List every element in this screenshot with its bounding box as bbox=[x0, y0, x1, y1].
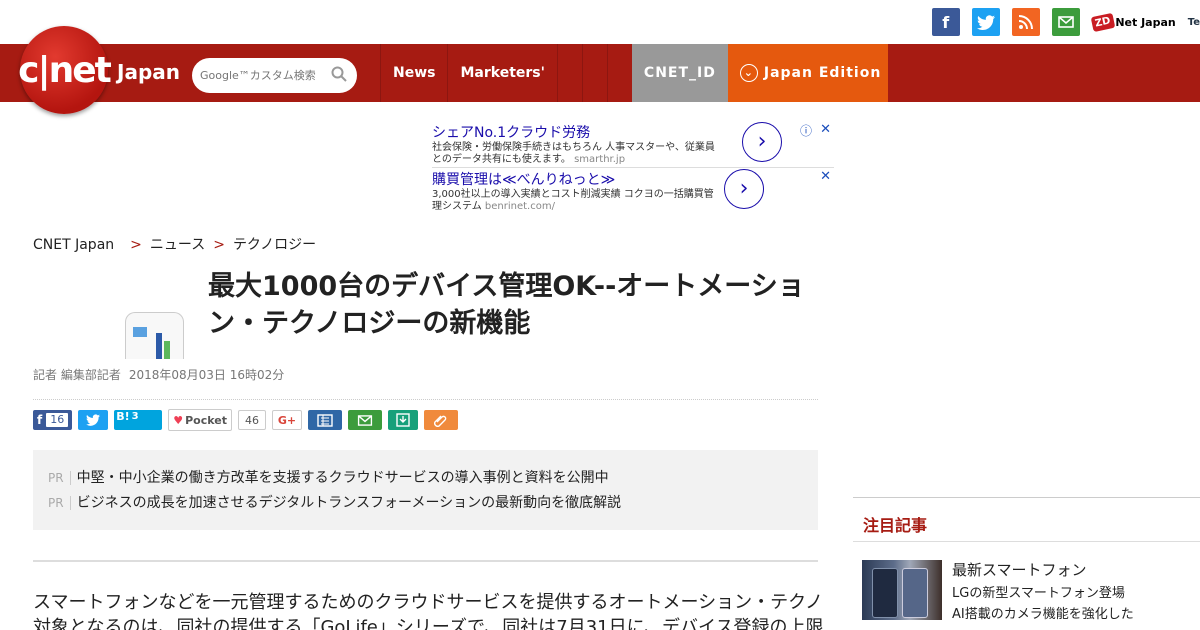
brand-label[interactable]: Japan bbox=[117, 60, 180, 84]
mail-icon bbox=[357, 414, 373, 426]
edition-selector[interactable]: ⌄ Japan Edition bbox=[727, 44, 888, 102]
share-bar: f 16 B! 3 ♥ Pocket 46 G+ bbox=[33, 409, 458, 431]
main-nav: News Marketers' CNET_ID ⌄ Japan Edition bbox=[380, 44, 888, 102]
chevron-right-icon: > bbox=[213, 237, 225, 253]
print-button[interactable] bbox=[308, 410, 342, 430]
search-input[interactable] bbox=[198, 68, 327, 83]
article-title: 最大1000台のデバイス管理OK--オートメーション・テクノロジーの新機能 bbox=[208, 271, 805, 339]
article-meta: 記者 編集部記者 2018年08月03日 16時02分 bbox=[33, 366, 284, 383]
google-plus-button[interactable]: G+ bbox=[272, 410, 302, 430]
info-icon[interactable]: ⓘ bbox=[800, 122, 812, 139]
techrepublic-logo[interactable]: Te bbox=[1188, 17, 1200, 28]
facebook-icon[interactable]: f bbox=[931, 8, 960, 36]
chevron-right-icon: > bbox=[130, 237, 142, 253]
search-box bbox=[192, 58, 357, 93]
ad-arrow-button[interactable]: › bbox=[742, 122, 782, 162]
nav-divider bbox=[606, 44, 632, 102]
zdnet-logo[interactable]: ZD Net Japan bbox=[1090, 12, 1176, 32]
article-date: 2018年08月03日 16時02分 bbox=[128, 368, 285, 382]
divider bbox=[853, 541, 1200, 542]
clip-button[interactable] bbox=[424, 410, 458, 430]
pr-link[interactable]: PR ビジネスの成長を加速させるデジタルトランスフォーメーションの最新動向を徹底解… bbox=[48, 492, 621, 512]
thumb-graphic bbox=[872, 568, 898, 618]
thumb-graphic bbox=[902, 568, 928, 618]
breadcrumb-home[interactable]: CNET Japan bbox=[33, 237, 114, 253]
ad-arrow-button[interactable]: › bbox=[724, 169, 764, 209]
mail-icon[interactable] bbox=[1051, 8, 1080, 36]
ad-description: 3,000社以上の導入実績とコスト削減実績 コクヨの一括購買管理システム ben… bbox=[432, 189, 714, 212]
ad-unit[interactable]: 購買管理は≪べんりねっと≫ 3,000社以上の導入実績とコスト削減実績 コクヨの… bbox=[432, 169, 834, 215]
nav-divider bbox=[556, 44, 582, 102]
facebook-icon: f bbox=[37, 413, 43, 427]
nav-news[interactable]: News bbox=[380, 44, 447, 102]
divider bbox=[33, 560, 818, 562]
pr-box: PR 中堅・中小企業の働き方改革を支援するクラウドサービスの導入事例と資料を公開中… bbox=[33, 450, 818, 530]
article-author[interactable]: 記者 編集部記者 bbox=[33, 368, 121, 382]
sidebar-text[interactable]: AI搭載のカメラ機能を強化した bbox=[952, 603, 1134, 622]
search-icon[interactable] bbox=[331, 66, 347, 86]
pocket-icon: ♥ bbox=[173, 413, 184, 427]
cnet-logo[interactable]: c|net bbox=[18, 26, 112, 114]
sidebar-headline[interactable]: 最新スマートフォン bbox=[952, 559, 1087, 580]
body-line: スマートフォンなどを一元管理するためのクラウドサービスを提供するオートメーション… bbox=[33, 592, 823, 613]
twitter-share-button[interactable] bbox=[78, 410, 109, 430]
hatena-bookmark-button[interactable]: B! 3 bbox=[114, 410, 163, 430]
rss-icon[interactable] bbox=[1011, 8, 1040, 36]
ad-divider bbox=[432, 167, 834, 168]
nav-marketers[interactable]: Marketers' bbox=[447, 44, 556, 102]
pocket-count: 46 bbox=[238, 410, 266, 430]
thumb-graphic bbox=[156, 333, 162, 359]
twitter-icon bbox=[86, 414, 101, 426]
sidebar-thumbnail[interactable] bbox=[862, 560, 942, 620]
top-bar: f ZD Net Japan Te bbox=[0, 0, 1200, 44]
nav-divider bbox=[581, 44, 607, 102]
close-icon[interactable]: ✕ bbox=[820, 122, 831, 137]
pocket-button[interactable]: ♥ Pocket bbox=[168, 409, 232, 431]
article-thumbnail bbox=[125, 312, 184, 359]
facebook-share-button[interactable]: f 16 bbox=[33, 410, 73, 430]
close-icon[interactable]: ✕ bbox=[820, 169, 831, 184]
pr-link[interactable]: PR 中堅・中小企業の働き方改革を支援するクラウドサービスの導入事例と資料を公開中 bbox=[48, 467, 609, 487]
social-links: f ZD Net Japan Te bbox=[931, 8, 1200, 36]
divider bbox=[853, 497, 1200, 498]
sidebar-title: 注目記事 bbox=[863, 516, 928, 535]
twitter-icon[interactable] bbox=[971, 8, 1000, 36]
sidebar-text[interactable]: LGの新型スマートフォン登場 bbox=[952, 582, 1125, 601]
save-button[interactable] bbox=[388, 410, 418, 430]
thumb-graphic bbox=[133, 327, 147, 337]
ad-unit[interactable]: シェアNo.1クラウド労務 社会保険・労働保険手続きはもちろん 人事マスターや、… bbox=[432, 122, 834, 168]
cnet-id-link[interactable]: CNET_ID bbox=[631, 44, 728, 102]
thumb-graphic bbox=[164, 341, 170, 359]
divider bbox=[33, 399, 818, 400]
mail-share-button[interactable] bbox=[348, 410, 382, 430]
breadcrumb-category[interactable]: テクノロジー bbox=[233, 237, 316, 253]
print-icon bbox=[317, 413, 333, 427]
ad-description: 社会保険・労働保険手続きはもちろん 人事マスターや、従業員とのデータ共有にも使え… bbox=[432, 142, 715, 165]
chevron-down-icon: ⌄ bbox=[739, 64, 758, 82]
breadcrumb: CNET Japan > ニュース > テクノロジー bbox=[33, 234, 316, 254]
article-body: スマートフォンなどを一元管理するためのクラウドサービスを提供するオートメーション… bbox=[33, 590, 823, 630]
ad-title[interactable]: 購買管理は≪べんりねっと≫ bbox=[432, 169, 834, 189]
breadcrumb-news[interactable]: ニュース bbox=[150, 237, 205, 253]
paperclip-icon bbox=[434, 415, 447, 427]
download-icon bbox=[396, 413, 410, 427]
body-line: 対象となるのは、同社の提供する「GoLife」シリーズで、同社は7月31日に、デ… bbox=[33, 617, 823, 630]
